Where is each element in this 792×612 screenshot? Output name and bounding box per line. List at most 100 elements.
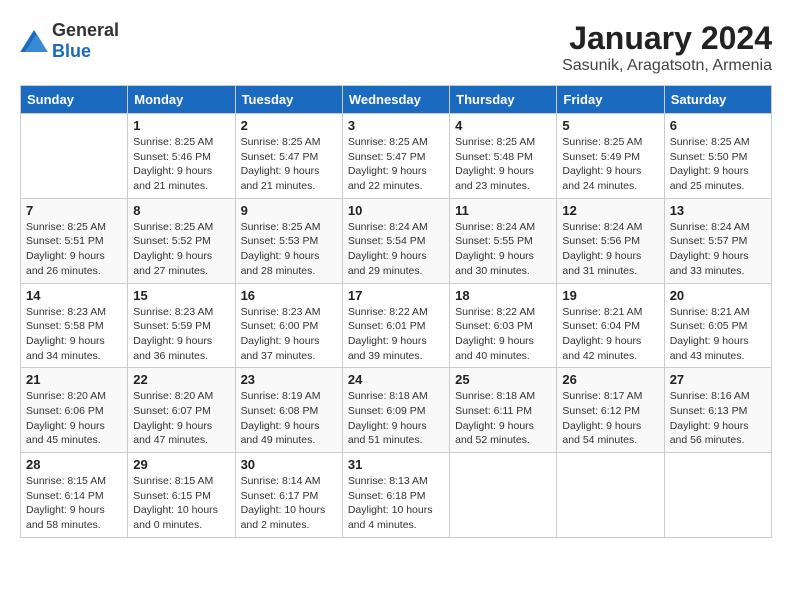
cell-info: Sunrise: 8:24 AMSunset: 5:55 PMDaylight:… (455, 220, 551, 279)
day-number: 1 (133, 118, 229, 133)
calendar-week-4: 21 Sunrise: 8:20 AMSunset: 6:06 PMDaylig… (21, 368, 772, 453)
day-number: 20 (670, 288, 766, 303)
cell-info: Sunrise: 8:23 AMSunset: 5:58 PMDaylight:… (26, 305, 122, 364)
cell-info: Sunrise: 8:25 AMSunset: 5:47 PMDaylight:… (241, 135, 337, 194)
day-number: 22 (133, 372, 229, 387)
calendar-cell (664, 453, 771, 538)
calendar-week-5: 28 Sunrise: 8:15 AMSunset: 6:14 PMDaylig… (21, 453, 772, 538)
day-number: 11 (455, 203, 551, 218)
cell-info: Sunrise: 8:15 AMSunset: 6:14 PMDaylight:… (26, 474, 122, 533)
cell-info: Sunrise: 8:23 AMSunset: 6:00 PMDaylight:… (241, 305, 337, 364)
cell-info: Sunrise: 8:19 AMSunset: 6:08 PMDaylight:… (241, 389, 337, 448)
calendar-cell: 28 Sunrise: 8:15 AMSunset: 6:14 PMDaylig… (21, 453, 128, 538)
calendar-cell: 19 Sunrise: 8:21 AMSunset: 6:04 PMDaylig… (557, 283, 664, 368)
day-number: 16 (241, 288, 337, 303)
cell-info: Sunrise: 8:21 AMSunset: 6:04 PMDaylight:… (562, 305, 658, 364)
day-number: 26 (562, 372, 658, 387)
calendar-cell: 30 Sunrise: 8:14 AMSunset: 6:17 PMDaylig… (235, 453, 342, 538)
day-number: 8 (133, 203, 229, 218)
day-number: 2 (241, 118, 337, 133)
day-number: 23 (241, 372, 337, 387)
calendar-week-2: 7 Sunrise: 8:25 AMSunset: 5:51 PMDayligh… (21, 198, 772, 283)
calendar-cell: 23 Sunrise: 8:19 AMSunset: 6:08 PMDaylig… (235, 368, 342, 453)
cell-info: Sunrise: 8:25 AMSunset: 5:52 PMDaylight:… (133, 220, 229, 279)
calendar-cell: 17 Sunrise: 8:22 AMSunset: 6:01 PMDaylig… (342, 283, 449, 368)
day-number: 13 (670, 203, 766, 218)
day-header-friday: Friday (557, 86, 664, 114)
cell-info: Sunrise: 8:18 AMSunset: 6:09 PMDaylight:… (348, 389, 444, 448)
day-number: 10 (348, 203, 444, 218)
day-number: 6 (670, 118, 766, 133)
day-number: 14 (26, 288, 122, 303)
day-number: 31 (348, 457, 444, 472)
logo-text: General Blue (52, 20, 119, 62)
day-header-wednesday: Wednesday (342, 86, 449, 114)
cell-info: Sunrise: 8:20 AMSunset: 6:06 PMDaylight:… (26, 389, 122, 448)
calendar-table: SundayMondayTuesdayWednesdayThursdayFrid… (20, 85, 772, 538)
day-header-monday: Monday (128, 86, 235, 114)
calendar-cell (450, 453, 557, 538)
cell-info: Sunrise: 8:20 AMSunset: 6:07 PMDaylight:… (133, 389, 229, 448)
calendar-cell: 29 Sunrise: 8:15 AMSunset: 6:15 PMDaylig… (128, 453, 235, 538)
calendar-cell: 22 Sunrise: 8:20 AMSunset: 6:07 PMDaylig… (128, 368, 235, 453)
cell-info: Sunrise: 8:18 AMSunset: 6:11 PMDaylight:… (455, 389, 551, 448)
day-number: 24 (348, 372, 444, 387)
cell-info: Sunrise: 8:25 AMSunset: 5:47 PMDaylight:… (348, 135, 444, 194)
calendar-cell (21, 114, 128, 199)
calendar-cell: 1 Sunrise: 8:25 AMSunset: 5:46 PMDayligh… (128, 114, 235, 199)
cell-info: Sunrise: 8:25 AMSunset: 5:53 PMDaylight:… (241, 220, 337, 279)
calendar-cell (557, 453, 664, 538)
logo-icon (20, 30, 48, 52)
day-header-sunday: Sunday (21, 86, 128, 114)
day-number: 5 (562, 118, 658, 133)
calendar-cell: 9 Sunrise: 8:25 AMSunset: 5:53 PMDayligh… (235, 198, 342, 283)
day-header-saturday: Saturday (664, 86, 771, 114)
cell-info: Sunrise: 8:24 AMSunset: 5:57 PMDaylight:… (670, 220, 766, 279)
calendar-cell: 16 Sunrise: 8:23 AMSunset: 6:00 PMDaylig… (235, 283, 342, 368)
month-title: January 2024 (562, 20, 772, 57)
calendar-cell: 21 Sunrise: 8:20 AMSunset: 6:06 PMDaylig… (21, 368, 128, 453)
calendar-week-1: 1 Sunrise: 8:25 AMSunset: 5:46 PMDayligh… (21, 114, 772, 199)
cell-info: Sunrise: 8:23 AMSunset: 5:59 PMDaylight:… (133, 305, 229, 364)
calendar-cell: 6 Sunrise: 8:25 AMSunset: 5:50 PMDayligh… (664, 114, 771, 199)
calendar-cell: 24 Sunrise: 8:18 AMSunset: 6:09 PMDaylig… (342, 368, 449, 453)
cell-info: Sunrise: 8:24 AMSunset: 5:56 PMDaylight:… (562, 220, 658, 279)
logo-general: General (52, 20, 119, 40)
cell-info: Sunrise: 8:21 AMSunset: 6:05 PMDaylight:… (670, 305, 766, 364)
day-number: 9 (241, 203, 337, 218)
calendar-cell: 5 Sunrise: 8:25 AMSunset: 5:49 PMDayligh… (557, 114, 664, 199)
cell-info: Sunrise: 8:25 AMSunset: 5:49 PMDaylight:… (562, 135, 658, 194)
day-number: 29 (133, 457, 229, 472)
calendar-cell: 18 Sunrise: 8:22 AMSunset: 6:03 PMDaylig… (450, 283, 557, 368)
calendar-cell: 13 Sunrise: 8:24 AMSunset: 5:57 PMDaylig… (664, 198, 771, 283)
calendar-cell: 20 Sunrise: 8:21 AMSunset: 6:05 PMDaylig… (664, 283, 771, 368)
calendar-week-3: 14 Sunrise: 8:23 AMSunset: 5:58 PMDaylig… (21, 283, 772, 368)
calendar-cell: 7 Sunrise: 8:25 AMSunset: 5:51 PMDayligh… (21, 198, 128, 283)
calendar-cell: 27 Sunrise: 8:16 AMSunset: 6:13 PMDaylig… (664, 368, 771, 453)
calendar-cell: 4 Sunrise: 8:25 AMSunset: 5:48 PMDayligh… (450, 114, 557, 199)
cell-info: Sunrise: 8:24 AMSunset: 5:54 PMDaylight:… (348, 220, 444, 279)
header-row: SundayMondayTuesdayWednesdayThursdayFrid… (21, 86, 772, 114)
cell-info: Sunrise: 8:17 AMSunset: 6:12 PMDaylight:… (562, 389, 658, 448)
calendar-cell: 15 Sunrise: 8:23 AMSunset: 5:59 PMDaylig… (128, 283, 235, 368)
header: General Blue January 2024 Sasunik, Araga… (20, 20, 772, 75)
location-title: Sasunik, Aragatsotn, Armenia (562, 57, 772, 75)
cell-info: Sunrise: 8:22 AMSunset: 6:01 PMDaylight:… (348, 305, 444, 364)
calendar-cell: 25 Sunrise: 8:18 AMSunset: 6:11 PMDaylig… (450, 368, 557, 453)
cell-info: Sunrise: 8:14 AMSunset: 6:17 PMDaylight:… (241, 474, 337, 533)
cell-info: Sunrise: 8:25 AMSunset: 5:46 PMDaylight:… (133, 135, 229, 194)
day-header-tuesday: Tuesday (235, 86, 342, 114)
calendar-cell: 10 Sunrise: 8:24 AMSunset: 5:54 PMDaylig… (342, 198, 449, 283)
day-header-thursday: Thursday (450, 86, 557, 114)
day-number: 30 (241, 457, 337, 472)
logo-blue: Blue (52, 41, 91, 61)
day-number: 7 (26, 203, 122, 218)
calendar-cell: 11 Sunrise: 8:24 AMSunset: 5:55 PMDaylig… (450, 198, 557, 283)
day-number: 17 (348, 288, 444, 303)
title-section: January 2024 Sasunik, Aragatsotn, Armeni… (562, 20, 772, 75)
day-number: 21 (26, 372, 122, 387)
day-number: 28 (26, 457, 122, 472)
calendar-cell: 2 Sunrise: 8:25 AMSunset: 5:47 PMDayligh… (235, 114, 342, 199)
day-number: 18 (455, 288, 551, 303)
calendar-cell: 31 Sunrise: 8:13 AMSunset: 6:18 PMDaylig… (342, 453, 449, 538)
